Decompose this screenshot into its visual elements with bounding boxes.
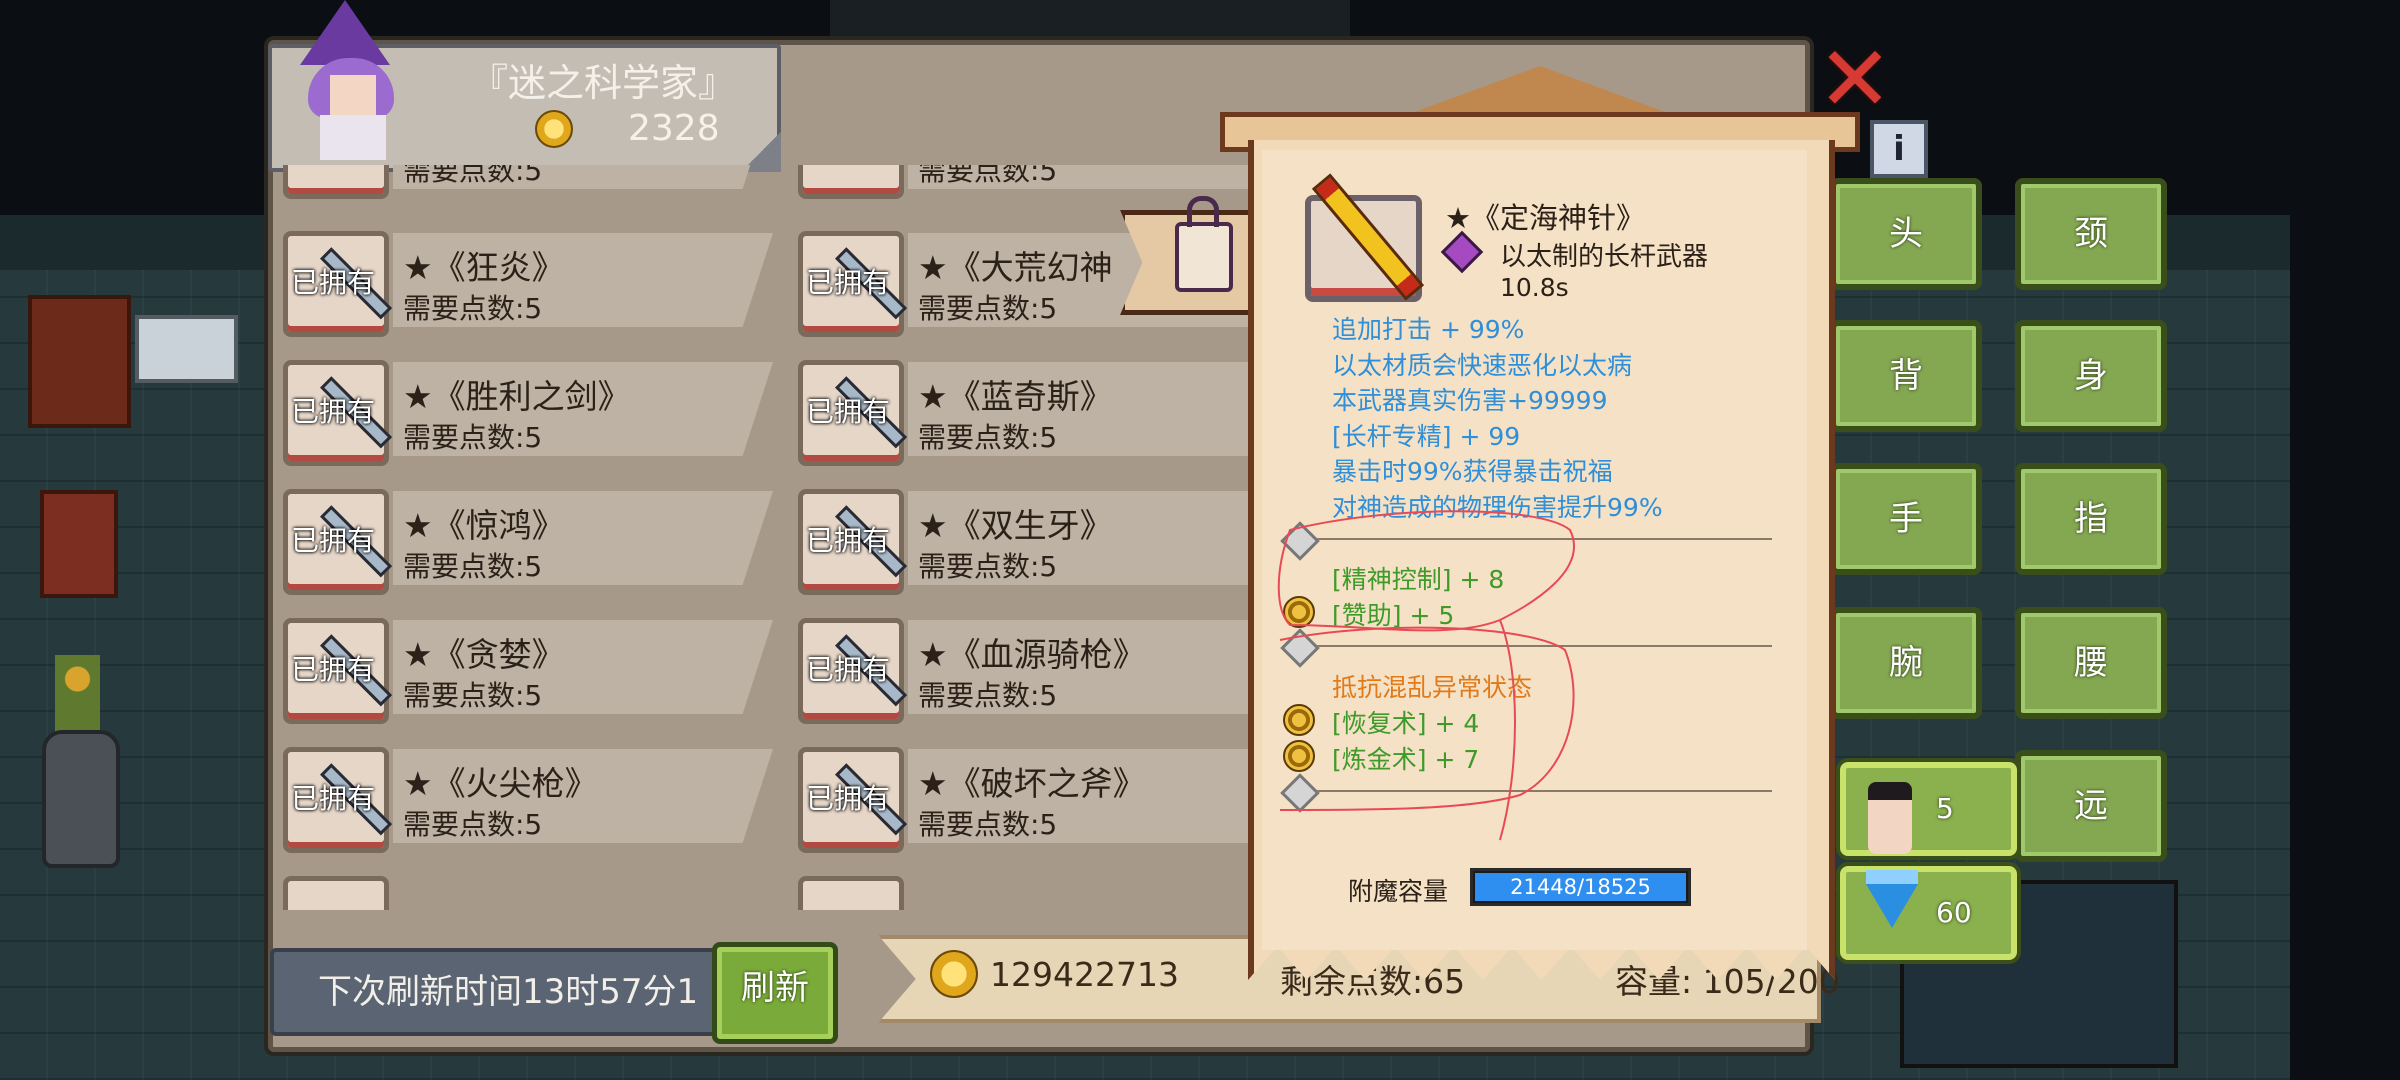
equip-slot-finger[interactable]: 指 xyxy=(2015,463,2167,575)
tooltip-stat: 追加打击 + 99% xyxy=(1332,315,1525,344)
item-cost: 需要点数:5 xyxy=(918,292,1058,325)
list-item[interactable]: 需要点数:5 xyxy=(275,165,775,203)
merchant-name: 『迷之科学家』 xyxy=(470,61,737,105)
refresh-button[interactable]: 刷新 xyxy=(712,942,838,1044)
owned-label: 已拥有 xyxy=(290,266,375,299)
equip-slot-neck[interactable]: 颈 xyxy=(2015,178,2167,290)
item-name: ★《双生牙》 xyxy=(918,506,1113,545)
item-name: ★《火尖枪》 xyxy=(403,764,598,803)
item-cost: 需要点数:5 xyxy=(918,421,1058,454)
equip-slot-body[interactable]: 身 xyxy=(2015,320,2167,432)
owned-label: 已拥有 xyxy=(805,266,890,299)
tooltip-stat: 以太材质会快速恶化以太病 xyxy=(1332,351,1633,380)
total-gold: 129422713 xyxy=(990,955,1179,994)
item-name: ★《惊鸿》 xyxy=(403,506,565,545)
list-item[interactable]: 已拥有 ★《贪婪》 需要点数:5 xyxy=(275,610,775,728)
red-annotation-marks xyxy=(1277,510,1575,841)
owned-label: 已拥有 xyxy=(290,395,375,428)
item-slot xyxy=(798,876,904,910)
item-slot xyxy=(798,165,904,199)
equip-slot-hand[interactable]: 手 xyxy=(1830,463,1982,575)
list-item[interactable]: 已拥有 ★《胜利之剑》 需要点数:5 xyxy=(275,352,775,470)
list-item[interactable]: 已拥有 ★《血源骑枪》 需要点数:5 xyxy=(790,610,1250,728)
item-name: ★《血源骑枪》 xyxy=(918,635,1146,674)
item-cost: 需要点数:5 xyxy=(403,421,543,454)
item-cost: 需要点数:5 xyxy=(918,679,1058,712)
owned-label: 已拥有 xyxy=(805,395,890,428)
item-cost: 需要点数:5 xyxy=(403,808,543,841)
background-plant xyxy=(55,655,100,735)
owned-label: 已拥有 xyxy=(290,524,375,557)
background-chair xyxy=(40,490,118,598)
shop-item-list[interactable]: 需要点数:5 需要点数:5 已拥有 ★《狂炎》 需要点数:5 已拥有 ★《大荒幻… xyxy=(270,165,1250,910)
owned-label: 已拥有 xyxy=(290,653,375,686)
background-cabinet xyxy=(28,295,131,428)
item-name: ★《贪婪》 xyxy=(403,635,565,674)
refresh-label: 刷新 xyxy=(741,968,809,1008)
enchant-capacity-value: 21448/18525 xyxy=(1510,875,1651,899)
tooltip-item-type: 以太制的长杆武器 xyxy=(1500,242,1709,272)
item-cost: 需要点数:5 xyxy=(403,679,543,712)
list-item[interactable] xyxy=(275,868,775,910)
background-vase xyxy=(42,730,120,868)
tooltip-stat: 本武器真实伤害+99999 xyxy=(1332,386,1608,415)
item-name: ★《大荒幻神 xyxy=(918,248,1113,287)
wizard-hat-icon xyxy=(300,0,390,65)
character-count: 5 xyxy=(1936,792,1954,825)
list-item[interactable]: 已拥有 ★《狂炎》 需要点数:5 xyxy=(275,223,775,341)
item-name: ★《狂炎》 xyxy=(403,248,565,287)
owned-label: 已拥有 xyxy=(805,782,890,815)
item-cost: 需要点数:5 xyxy=(918,550,1058,583)
background-top-structure xyxy=(830,0,1350,40)
list-item[interactable]: 已拥有 ★《蓝奇斯》 需要点数:5 xyxy=(790,352,1250,470)
merchant-avatar xyxy=(290,0,410,165)
enchant-capacity-label: 附魔容量 xyxy=(1348,877,1449,906)
owned-label: 已拥有 xyxy=(805,524,890,557)
owned-label: 已拥有 xyxy=(805,653,890,686)
info-icon[interactable]: i xyxy=(1870,120,1928,178)
list-item[interactable]: 已拥有 ★《火尖枪》 需要点数:5 xyxy=(275,739,775,857)
list-item[interactable]: 已拥有 ★《破坏之斧》 需要点数:5 xyxy=(790,739,1250,857)
item-cost: 需要点数:5 xyxy=(403,292,543,325)
refresh-timer: 下次刷新时间13时57分1 xyxy=(318,972,699,1012)
character-count-button[interactable]: 5 xyxy=(1840,762,2017,856)
item-name: ★《胜利之剑》 xyxy=(403,377,631,416)
item-cost: 需要点数:5 xyxy=(918,808,1058,841)
close-icon[interactable]: ✕ xyxy=(1815,35,1895,125)
item-cost: 需要点数:5 xyxy=(918,165,1058,187)
tooltip-item-speed: 10.8s xyxy=(1500,273,1569,302)
equip-slot-head[interactable]: 头 xyxy=(1830,178,1982,290)
gem-icon xyxy=(1866,870,1918,928)
list-item[interactable]: 已拥有 ★《双生牙》 需要点数:5 xyxy=(790,481,1250,599)
tooltip-stat: 暴击时99%获得暴击祝福 xyxy=(1332,457,1613,486)
equip-slot-wrist[interactable]: 腕 xyxy=(1830,607,1982,719)
character-icon xyxy=(1868,782,1912,854)
tooltip-item-name: ★《定海神针》 xyxy=(1445,201,1645,235)
equip-slot-back[interactable]: 背 xyxy=(1830,320,1982,432)
merchant-gold: 2328 xyxy=(628,108,720,149)
gem-count-button[interactable]: 60 xyxy=(1840,866,2017,960)
list-item[interactable]: 已拥有 ★《惊鸿》 需要点数:5 xyxy=(275,481,775,599)
list-item[interactable]: 需要点数:5 xyxy=(790,165,1250,203)
enchant-capacity-bar: 21448/18525 xyxy=(1470,868,1691,906)
unlock-icon[interactable] xyxy=(1175,196,1233,292)
tooltip-stat: [长杆专精] + 99 xyxy=(1332,422,1521,451)
gem-count: 60 xyxy=(1936,896,1972,929)
item-name: ★《蓝奇斯》 xyxy=(918,377,1113,416)
list-item[interactable] xyxy=(790,868,1250,910)
item-cost: 需要点数:5 xyxy=(403,165,543,187)
coin-icon xyxy=(930,950,978,998)
item-slot xyxy=(283,165,389,199)
item-slot xyxy=(283,876,389,910)
background-right-edge xyxy=(2290,0,2400,1080)
equip-slot-ranged[interactable]: 远 xyxy=(2015,750,2167,862)
owned-label: 已拥有 xyxy=(290,782,375,815)
item-name: ★《破坏之斧》 xyxy=(918,764,1146,803)
item-cost: 需要点数:5 xyxy=(403,550,543,583)
background-machine xyxy=(135,315,238,383)
coin-icon xyxy=(535,110,573,148)
equip-slot-waist[interactable]: 腰 xyxy=(2015,607,2167,719)
